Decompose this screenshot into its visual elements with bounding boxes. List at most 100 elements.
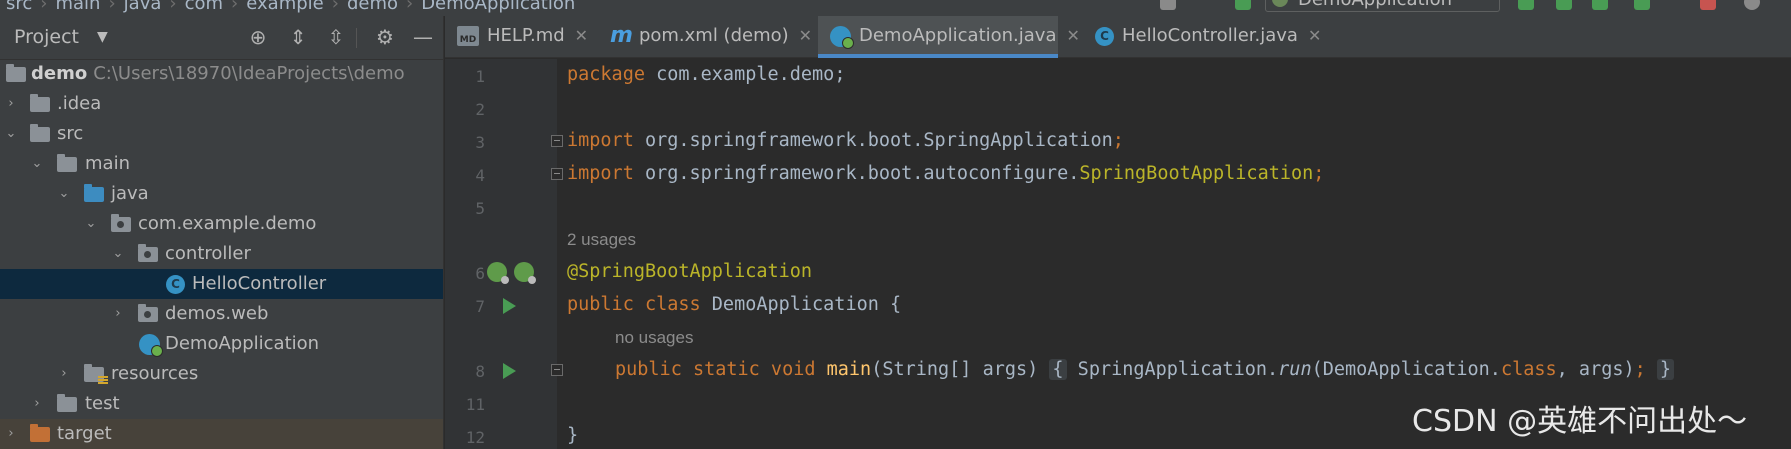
locate-icon[interactable]: ⊕ <box>246 25 270 49</box>
maven-icon: m <box>610 23 633 48</box>
tree-item-label: .idea <box>57 93 102 114</box>
package-icon <box>138 304 158 322</box>
usages-hint[interactable]: 2 usages <box>567 230 636 250</box>
markdown-icon: MD <box>457 26 479 46</box>
expand-all-icon[interactable]: ⇕ <box>286 25 310 49</box>
build-icon[interactable] <box>1235 0 1251 10</box>
line-number: 1 <box>475 67 485 86</box>
run-configuration-label: DemoApplication <box>1298 0 1452 10</box>
package-icon <box>138 244 158 262</box>
tree-item-resources[interactable]: › resources <box>0 359 443 389</box>
tree-item-idea[interactable]: › .idea <box>0 89 443 119</box>
stop-icon[interactable] <box>1700 0 1716 10</box>
folder-icon <box>57 394 77 412</box>
tree-item-hellocontroller[interactable]: C HelloController <box>0 269 443 299</box>
breadcrumb: src › main › java › com › example › demo › DemoAppli… <box>6 0 575 14</box>
tree-item-test[interactable]: › test <box>0 389 443 419</box>
fold-icon[interactable] <box>551 168 563 180</box>
profile-icon[interactable] <box>1634 0 1650 10</box>
run-gutter-icon[interactable] <box>503 363 516 379</box>
code-line-6: @SpringBootApplication <box>567 261 813 282</box>
tree-item-label: DemoApplication <box>165 333 320 354</box>
tree-item-src[interactable]: ⌄ src <box>0 119 443 149</box>
line-number: 7 <box>475 297 485 316</box>
tab-hellocontroller-java[interactable]: C HelloController.java ✕ <box>1095 16 1335 58</box>
debug-icon[interactable] <box>1556 0 1572 10</box>
chevron-down-icon[interactable]: ⌄ <box>111 239 125 269</box>
collapse-all-icon[interactable]: ⇳ <box>324 25 348 49</box>
chevron-right-icon[interactable]: › <box>4 89 18 119</box>
chevron-down-icon[interactable]: ⌄ <box>57 179 71 209</box>
spring-bean-icon[interactable] <box>487 262 509 284</box>
breadcrumb-item[interactable]: demo <box>347 0 398 14</box>
editor-tabs: MD HELP.md ✕ m pom.xml (demo) ✕ DemoApplicat… <box>445 16 1791 58</box>
tab-label: HelloController.java <box>1122 25 1298 46</box>
chevron-down-icon[interactable]: ⌄ <box>4 119 18 149</box>
tree-item-target[interactable]: › target <box>0 419 443 449</box>
tree-item-main[interactable]: ⌄ main <box>0 149 443 179</box>
spring-config-icon[interactable] <box>514 262 536 284</box>
close-icon[interactable]: ✕ <box>1308 26 1321 45</box>
breadcrumb-item[interactable]: com <box>185 0 223 14</box>
tree-item-label: src <box>57 123 84 144</box>
close-icon[interactable]: ✕ <box>575 26 588 45</box>
chevron-down-icon[interactable]: ⌄ <box>30 149 44 179</box>
chevron-right-icon[interactable]: › <box>57 359 71 389</box>
chevron-right-icon[interactable]: › <box>30 389 44 419</box>
code-line-4: import org.springframework.boot.autoconf… <box>567 163 1325 184</box>
close-icon[interactable]: ✕ <box>1067 26 1080 45</box>
run-gutter-icon[interactable] <box>503 298 516 314</box>
breadcrumb-item[interactable]: DemoApplication <box>421 0 575 14</box>
folded-block-close[interactable]: } <box>1656 359 1675 380</box>
chevron-right-icon[interactable]: › <box>4 419 18 449</box>
line-number: 6 <box>475 264 485 283</box>
spring-boot-class-icon <box>139 334 163 357</box>
package-icon <box>111 214 131 232</box>
breadcrumb-item[interactable]: main <box>55 0 100 14</box>
tree-item-label: java <box>111 183 149 204</box>
tree-item-label: test <box>85 393 120 414</box>
excluded-folder-icon <box>30 424 50 442</box>
usages-hint[interactable]: no usages <box>615 328 693 348</box>
breadcrumb-item[interactable]: java <box>124 0 162 14</box>
code-line-8: public static void main(String[] args) {… <box>615 359 1675 380</box>
tree-item-controller[interactable]: ⌄ controller <box>0 239 443 269</box>
tree-item-demos-web[interactable]: › demos.web <box>0 299 443 329</box>
code-editor[interactable]: 1 2 3 4 5 6 7 8 11 12 package com.exampl… <box>445 59 1791 449</box>
tree-item-demoapplication[interactable]: DemoApplication <box>0 329 443 359</box>
tree-item-package[interactable]: ⌄ com.example.demo <box>0 209 443 239</box>
fold-icon[interactable] <box>551 364 563 376</box>
project-panel-header: Project ▼ ⊕ ⇕ ⇳ ⚙ — <box>0 16 443 60</box>
module-folder-icon <box>6 64 26 82</box>
code-line-7: public class DemoApplication { <box>567 294 902 315</box>
tree-item-demo[interactable]: demo C:\Users\18970\IdeaProjects\demo <box>0 59 443 89</box>
code-line-3: import org.springframework.boot.SpringAp… <box>567 130 1124 151</box>
tab-help-md[interactable]: MD HELP.md ✕ <box>457 16 592 58</box>
tab-demoapplication-java[interactable]: DemoApplication.java ✕ <box>818 16 1080 58</box>
spring-boot-icon <box>1272 0 1288 7</box>
coverage-icon[interactable] <box>1592 0 1608 10</box>
run-configuration-select[interactable]: DemoApplication <box>1265 0 1500 12</box>
tree-item-java[interactable]: ⌄ java <box>0 179 443 209</box>
watermark: CSDN @英雄不问出处～ <box>1412 404 1748 439</box>
minimize-icon[interactable]: — <box>411 25 435 49</box>
folder-icon <box>57 154 77 172</box>
line-number: 2 <box>475 100 485 119</box>
breadcrumb-item[interactable]: example <box>246 0 323 14</box>
line-number: 12 <box>465 428 485 447</box>
spring-boot-class-icon <box>830 25 854 49</box>
gear-icon[interactable]: ⚙ <box>373 25 397 49</box>
close-icon[interactable]: ✕ <box>799 26 812 45</box>
run-icon[interactable] <box>1518 0 1534 10</box>
line-number: 5 <box>475 199 485 218</box>
fold-icon[interactable] <box>551 135 563 147</box>
chevron-down-icon[interactable]: ▼ <box>97 29 108 45</box>
project-panel-title[interactable]: Project <box>14 26 79 48</box>
folded-block-open[interactable]: { <box>1049 359 1067 380</box>
user-icon[interactable] <box>1160 0 1176 10</box>
chevron-right-icon[interactable]: › <box>111 299 125 329</box>
breadcrumb-item[interactable]: src <box>6 0 32 14</box>
line-number: 11 <box>465 395 485 414</box>
chevron-down-icon[interactable]: ⌄ <box>84 209 98 239</box>
search-icon[interactable] <box>1744 0 1760 10</box>
